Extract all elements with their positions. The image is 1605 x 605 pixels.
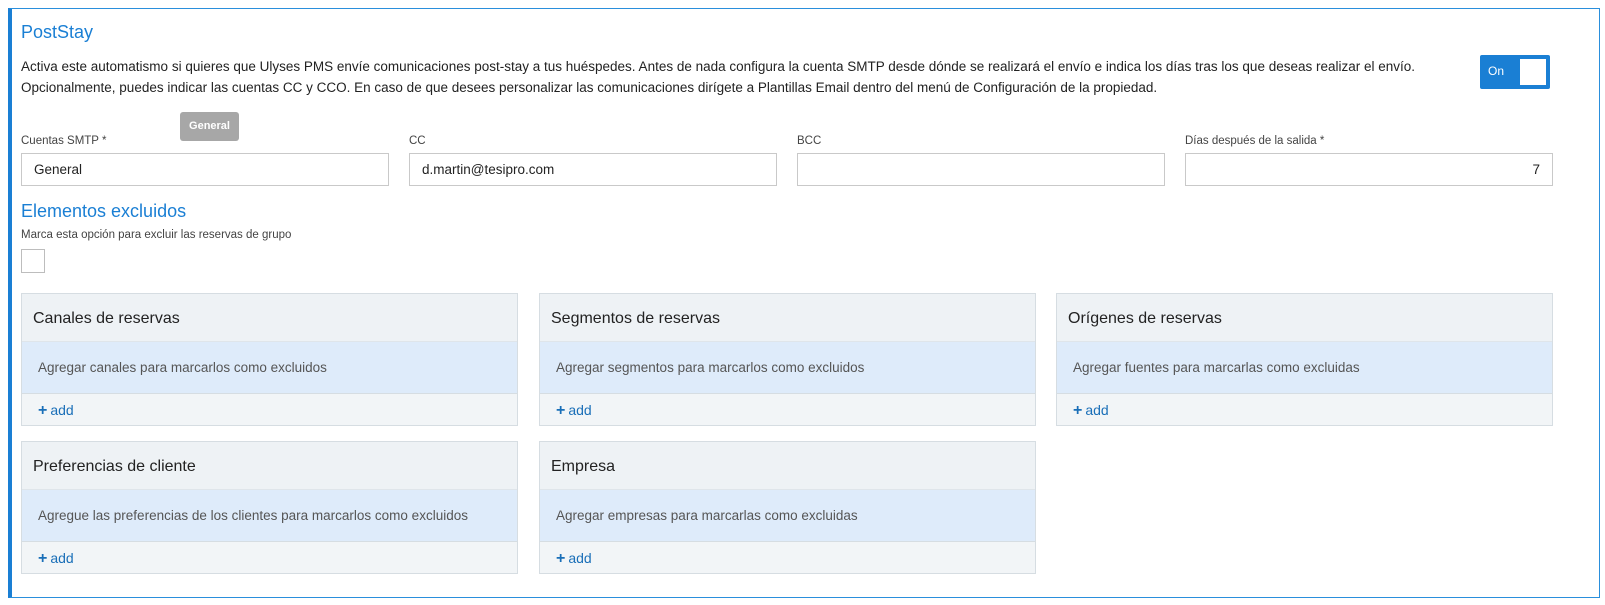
excluded-section-title: Elementos excluidos xyxy=(21,201,187,221)
card-title: Orígenes de reservas xyxy=(1057,294,1552,342)
add-segment-button[interactable]: + add xyxy=(540,394,1035,425)
bcc-field[interactable] xyxy=(797,153,1165,186)
cc-field[interactable] xyxy=(409,153,777,186)
smtp-account-field[interactable] xyxy=(21,153,389,186)
card-placeholder: Agregar empresas para marcarlas como exc… xyxy=(540,490,1035,542)
card-placeholder: Agregar segmentos para marcarlos como ex… xyxy=(540,342,1035,394)
card-title: Preferencias de cliente xyxy=(22,442,517,490)
add-source-button[interactable]: + add xyxy=(1057,394,1552,425)
days-after-checkout-field[interactable] xyxy=(1185,153,1553,186)
toggle-knob xyxy=(1520,59,1546,85)
card-title: Canales de reservas xyxy=(22,294,517,342)
card-title: Empresa xyxy=(540,442,1035,490)
card-booking-sources: Orígenes de reservas Agregar fuentes par… xyxy=(1056,293,1553,426)
plus-icon: + xyxy=(1073,402,1083,419)
plus-icon: + xyxy=(556,402,566,419)
card-client-preferences: Preferencias de cliente Agregue las pref… xyxy=(21,441,518,574)
smtp-label: Cuentas SMTP * xyxy=(21,135,107,147)
card-placeholder: Agregar canales para marcarlos como excl… xyxy=(22,342,517,394)
description-text: Activa este automatismo si quieres que U… xyxy=(21,59,1416,95)
days-label: Días después de la salida * xyxy=(1185,135,1325,147)
card-booking-segments: Segmentos de reservas Agregar segmentos … xyxy=(539,293,1036,426)
group-exclusion-checkbox[interactable] xyxy=(21,249,45,273)
poststay-panel: PostStay Activa este automatismo si quie… xyxy=(8,8,1600,598)
poststay-toggle[interactable]: On xyxy=(1480,55,1550,89)
card-placeholder: Agregue las preferencias de los clientes… xyxy=(22,490,517,542)
add-channel-button[interactable]: + add xyxy=(22,394,517,425)
plus-icon: + xyxy=(38,402,48,419)
plus-icon: + xyxy=(556,550,566,567)
add-company-button[interactable]: + add xyxy=(540,542,1035,573)
card-title: Segmentos de reservas xyxy=(540,294,1035,342)
card-booking-channels: Canales de reservas Agregar canales para… xyxy=(21,293,518,426)
plus-icon: + xyxy=(38,550,48,567)
page-title: PostStay xyxy=(21,22,94,42)
card-placeholder: Agregar fuentes para marcarlas como excl… xyxy=(1057,342,1552,394)
add-preference-button[interactable]: + add xyxy=(22,542,517,573)
bcc-label: BCC xyxy=(797,135,822,147)
group-exclusion-label: Marca esta opción para excluir las reser… xyxy=(21,229,292,241)
toggle-label: On xyxy=(1488,64,1505,78)
card-company: Empresa Agregar empresas para marcarlas … xyxy=(539,441,1036,574)
cc-label: CC xyxy=(409,135,426,147)
smtp-tooltip: General xyxy=(180,112,239,141)
